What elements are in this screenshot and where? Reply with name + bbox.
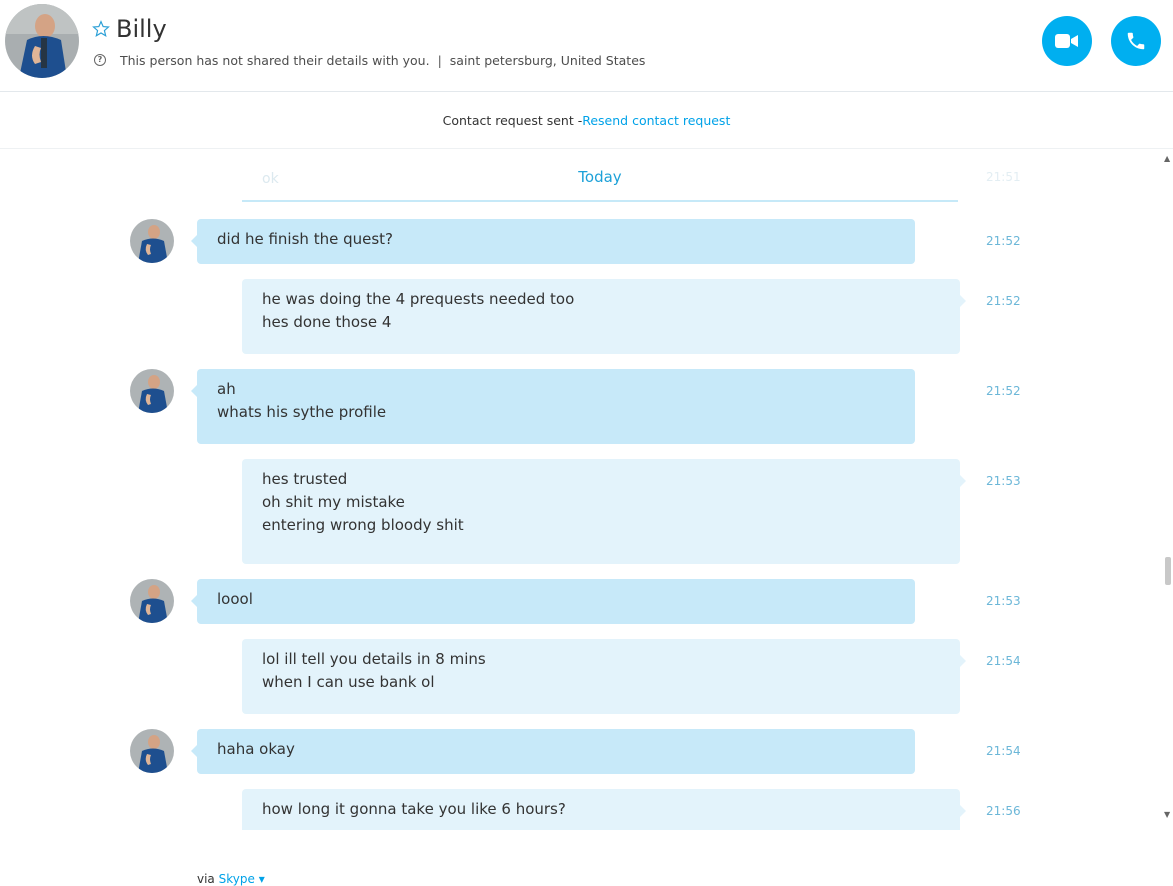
message-bubble-incoming[interactable]: haha okay	[191, 729, 915, 774]
scrollbar-thumb[interactable]	[1165, 557, 1171, 585]
contact-name[interactable]: Billy	[116, 14, 167, 44]
message-bubble-incoming[interactable]: did he finish the quest?	[191, 219, 915, 264]
message-avatar[interactable]	[130, 579, 174, 623]
message-timestamp: 21:54	[986, 744, 1021, 758]
resend-contact-request-link[interactable]: Resend contact request	[582, 113, 730, 128]
date-divider: Today	[242, 164, 958, 202]
message-line: entering wrong bloody shit	[262, 516, 464, 534]
message-line: whats his sythe profile	[217, 403, 387, 421]
contact-location: saint petersburg, United States	[449, 52, 646, 68]
scroll-down-arrow-icon[interactable]: ▼	[1164, 810, 1170, 819]
request-status-text: Contact request sent -	[442, 112, 583, 128]
message-avatar[interactable]	[130, 219, 174, 263]
message-timestamp: 21:53	[986, 594, 1021, 608]
video-camera-icon	[1055, 34, 1078, 48]
conversation-header: Billy ? This person has not shared their…	[0, 0, 1173, 92]
message-avatar[interactable]	[130, 369, 174, 413]
star-outline-icon[interactable]	[92, 20, 110, 38]
message-via-footer: via Skype ▾	[197, 872, 265, 886]
video-call-button[interactable]	[1042, 16, 1092, 66]
sender-avatar-image	[130, 369, 174, 413]
message-line: when I can use bank ol	[262, 673, 435, 691]
phone-icon	[1127, 32, 1145, 50]
via-label: via	[197, 872, 219, 886]
message-bubble-outgoing[interactable]: lol ill tell you details in 8 mins when …	[242, 639, 966, 714]
question-circle-icon: ?	[94, 54, 106, 66]
message-line: loool	[217, 590, 253, 608]
voice-call-button[interactable]	[1111, 16, 1161, 66]
faded-previous-timestamp: 21:51	[986, 170, 1021, 184]
info-separator: |	[437, 52, 442, 68]
contact-avatar[interactable]	[5, 4, 79, 78]
sender-avatar-image	[130, 219, 174, 263]
message-line: did he finish the quest?	[217, 230, 393, 248]
message-line: how long it gonna take you like 6 hours?	[262, 800, 566, 818]
skype-service-link[interactable]: Skype	[219, 872, 255, 886]
message-bubble-outgoing[interactable]: hes trusted oh shit my mistake entering …	[242, 459, 966, 564]
message-bubble-incoming[interactable]: loool	[191, 579, 915, 624]
message-bubble-incoming[interactable]: ah whats his sythe profile	[191, 369, 915, 444]
message-line: haha okay	[217, 740, 295, 758]
chat-scrollbar[interactable]: ▲ ▼	[1163, 150, 1173, 830]
message-timestamp: 21:54	[986, 654, 1021, 668]
message-bubble-outgoing[interactable]: he was doing the 4 prequests needed too …	[242, 279, 966, 354]
scroll-up-arrow-icon[interactable]: ▲	[1164, 154, 1170, 163]
sender-avatar-image	[130, 579, 174, 623]
message-timestamp: 21:52	[986, 294, 1021, 308]
message-avatar[interactable]	[130, 729, 174, 773]
message-timestamp: 21:53	[986, 474, 1021, 488]
message-timestamp: 21:56	[986, 804, 1021, 818]
message-timestamp: 21:52	[986, 234, 1021, 248]
service-dropdown-icon[interactable]: ▾	[259, 872, 265, 886]
contact-avatar-image	[5, 4, 79, 78]
contact-request-bar: Contact request sent - Resend contact re…	[0, 92, 1173, 149]
sender-avatar-image	[130, 729, 174, 773]
message-line: hes done those 4	[262, 313, 392, 331]
contact-info-row: ? This person has not shared their detai…	[94, 51, 645, 69]
contact-info-text: This person has not shared their details…	[120, 52, 430, 68]
contact-name-row: Billy	[92, 14, 167, 44]
message-bubble-outgoing[interactable]: how long it gonna take you like 6 hours?	[242, 789, 966, 830]
chat-history[interactable]: ok 21:51 Today did he finish the quest? …	[0, 150, 1173, 830]
message-timestamp: 21:52	[986, 384, 1021, 398]
